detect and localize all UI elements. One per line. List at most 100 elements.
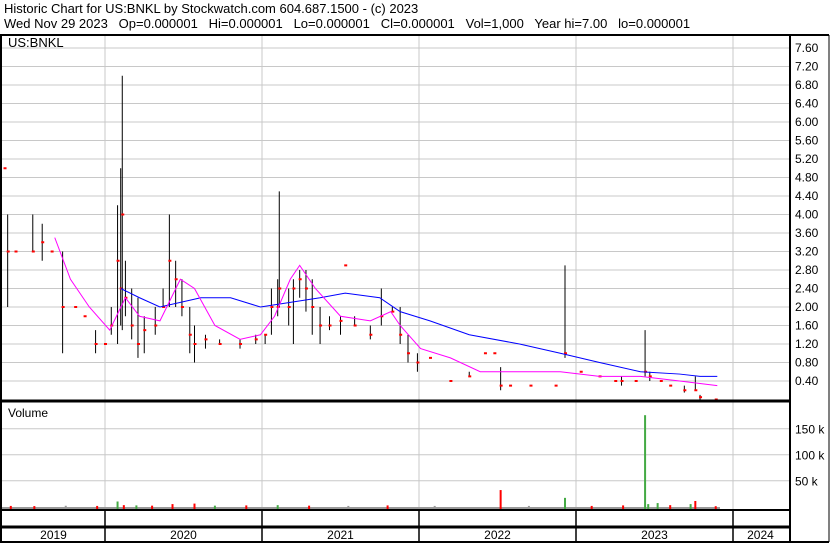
close-tick	[193, 343, 197, 345]
close-tick	[31, 250, 35, 253]
header-quote: Wed Nov 29 2023 Op=0.000001 Hi=0.000001 …	[4, 16, 690, 31]
volume-bar	[527, 505, 530, 509]
close-tick	[50, 250, 54, 253]
close-tick	[493, 352, 497, 355]
chart-svg: Historic Chart for US:BNKL by Stockwatch…	[0, 1, 830, 543]
volume-bar	[116, 501, 119, 509]
volume-bar	[656, 503, 659, 509]
header-title: Historic Chart for US:BNKL by Stockwatch…	[4, 1, 418, 16]
close-tick	[264, 333, 268, 336]
volume-bar	[135, 505, 138, 509]
close-tick	[204, 338, 208, 341]
year-label: 2019	[40, 528, 67, 542]
close-tick	[319, 324, 323, 327]
moving-average-short	[54, 237, 718, 387]
close-tick	[61, 306, 65, 308]
price-tick-label: 5.60	[795, 134, 819, 148]
close-tick	[399, 333, 403, 336]
close-tick	[188, 333, 192, 336]
close-tick	[369, 333, 373, 336]
volume-bar	[193, 503, 196, 509]
close-tick	[499, 384, 503, 387]
close-tick	[579, 370, 583, 373]
volume-bar	[622, 505, 625, 509]
close-tick	[121, 213, 125, 216]
year-label: 2023	[641, 528, 668, 542]
price-tick-label: 4.80	[795, 171, 819, 185]
volume-bar	[644, 415, 647, 509]
close-tick	[634, 380, 638, 382]
close-tick	[292, 287, 296, 290]
close-tick	[104, 343, 107, 345]
close-tick	[14, 250, 18, 253]
close-tick	[483, 352, 487, 355]
price-tick-label: 7.60	[795, 41, 819, 55]
close-tick	[468, 375, 472, 378]
price-tick-label: 1.60	[795, 319, 819, 333]
volume-bar	[151, 505, 154, 509]
volume-tick-label: 150 k	[795, 423, 825, 437]
symbol-label: US:BNKL	[8, 35, 64, 50]
year-label: 2020	[170, 528, 197, 542]
volume-bar	[9, 505, 12, 509]
close-tick	[287, 306, 291, 308]
close-tick	[311, 306, 315, 308]
close-tick	[41, 241, 45, 244]
close-tick	[694, 389, 698, 392]
price-tick-label: 6.40	[795, 97, 819, 111]
price-tick-label: 2.40	[795, 282, 819, 296]
close-tick	[174, 278, 178, 281]
price-tick-label: 4.40	[795, 189, 819, 203]
volume-tick-label: 50 k	[795, 475, 819, 489]
price-tick-label: 6.00	[795, 115, 819, 129]
year-label: 2021	[327, 528, 354, 542]
volume-bar	[171, 504, 174, 509]
volume-panel: 50 k 100 k 150 k	[2, 415, 825, 509]
volume-bar	[245, 505, 248, 509]
close-tick	[180, 306, 184, 308]
price-tick-label: 7.20	[795, 60, 819, 74]
volume-bar	[689, 504, 692, 509]
close-tick	[659, 380, 663, 382]
close-tick	[83, 315, 87, 318]
price-tick-label: 2.80	[795, 263, 819, 277]
price-tick-label: 5.20	[795, 152, 819, 166]
close-tick	[136, 343, 140, 345]
volume-bar	[433, 505, 436, 509]
volume-bar	[590, 505, 593, 509]
volume-bar	[386, 505, 389, 509]
close-tick	[669, 384, 673, 387]
volume-bar	[276, 505, 279, 509]
close-tick	[428, 356, 432, 359]
stock-chart: Historic Chart for US:BNKL by Stockwatch…	[0, 0, 830, 543]
close-tick	[254, 338, 258, 341]
close-tick	[683, 389, 687, 392]
volume-bar	[499, 490, 502, 509]
close-tick	[529, 384, 533, 387]
close-tick	[278, 287, 282, 290]
price-tick-label: 2.00	[795, 300, 819, 314]
volume-bar	[33, 506, 36, 509]
close-tick	[130, 324, 134, 327]
close-tick	[344, 264, 348, 267]
price-tick-label: 0.40	[795, 374, 819, 388]
volume-bar	[714, 506, 717, 509]
close-tick	[304, 287, 308, 290]
close-tick	[74, 306, 78, 308]
volume-bar	[308, 505, 311, 509]
price-panel: 0.40 0.80 1.20 1.60 2.00 2.40 2.80 3.20 3.60 4.00…	[3, 41, 819, 401]
year-label: 2024	[747, 528, 774, 542]
volume-bar	[213, 505, 216, 509]
price-tick-label: 3.60	[795, 226, 819, 240]
year-label: 2022	[484, 528, 511, 542]
close-tick	[168, 259, 172, 262]
close-tick	[554, 384, 558, 387]
close-tick	[3, 167, 7, 170]
volume-bar	[669, 505, 672, 509]
close-tick	[339, 319, 343, 322]
close-tick	[270, 306, 274, 308]
close-tick	[6, 250, 10, 253]
price-tick-label: 0.80	[795, 356, 819, 370]
close-tick	[407, 352, 411, 355]
close-tick	[116, 259, 120, 262]
